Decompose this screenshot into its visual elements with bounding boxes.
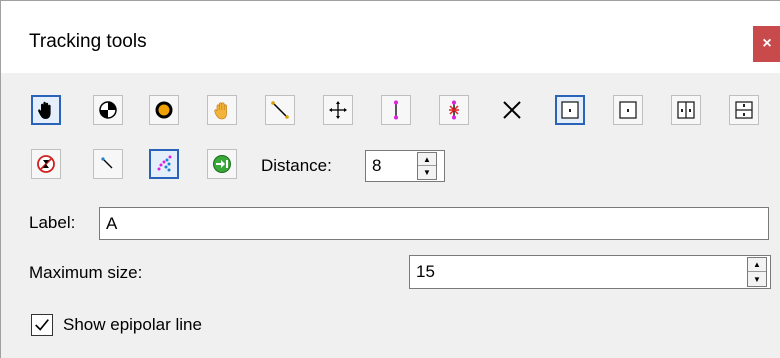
maximum-size-value: 15 <box>416 262 435 281</box>
maximum-size-label: Maximum size: <box>29 263 143 282</box>
label-input-value: A <box>106 213 118 233</box>
layout-single-icon <box>561 101 579 119</box>
maximum-size-spinner[interactable]: ▲ ▼ <box>747 257 767 287</box>
move-tool-button[interactable] <box>323 95 353 125</box>
distance-label: Distance: <box>261 156 332 175</box>
layout-split-h-button[interactable] <box>671 95 701 125</box>
go-to-button[interactable] <box>207 149 237 179</box>
layout-split-vertical-icon <box>735 101 753 119</box>
move-cross-icon <box>329 101 347 119</box>
delete-track-button[interactable] <box>31 149 61 179</box>
distance-value: 8 <box>372 156 382 175</box>
scatter-track-icon <box>157 155 172 172</box>
spin-down-icon[interactable]: ▼ <box>748 272 766 286</box>
arrow-to-icon <box>213 155 231 173</box>
delete-track-icon <box>37 155 55 173</box>
show-epipolar-checkbox[interactable] <box>31 314 53 336</box>
maximum-size-spinbox[interactable]: 15 <box>409 255 771 289</box>
target-tool-button[interactable] <box>93 95 123 125</box>
distance-spinner[interactable]: ▲ ▼ <box>417 152 437 180</box>
close-button[interactable]: × <box>753 26 780 62</box>
layout-split-horizontal-icon <box>677 101 695 119</box>
hand-tool-button[interactable] <box>31 95 61 125</box>
quadrant-target-icon <box>99 101 117 119</box>
spin-down-icon[interactable]: ▼ <box>418 166 436 179</box>
layout-split-v-button[interactable] <box>729 95 759 125</box>
layout-dot-icon <box>619 101 637 119</box>
window-title: Tracking tools <box>29 31 147 52</box>
ring-icon <box>155 101 173 119</box>
x-cross-button[interactable] <box>497 95 527 125</box>
line-tool-button[interactable] <box>265 95 295 125</box>
x-cross-icon <box>503 101 521 119</box>
label-input[interactable]: A <box>99 207 769 240</box>
vertical-segment-icon <box>394 100 398 120</box>
title-bar: Tracking tools × <box>1 1 780 73</box>
layout-1-button[interactable] <box>555 95 585 125</box>
vertical-star-icon <box>449 100 459 120</box>
vertical-star-button[interactable] <box>439 95 469 125</box>
label-field-label: Label: <box>29 213 76 232</box>
vertical-segment-button[interactable] <box>381 95 411 125</box>
grab-hand-icon <box>214 102 227 120</box>
short-line-button[interactable] <box>93 149 123 179</box>
spin-up-icon[interactable]: ▲ <box>748 258 766 272</box>
show-epipolar-label[interactable]: Show epipolar line <box>63 315 202 335</box>
short-line-icon <box>101 157 113 169</box>
scatter-track-button[interactable] <box>149 149 179 179</box>
checkmark-icon <box>35 319 49 331</box>
diagonal-line-icon <box>271 101 289 119</box>
spin-up-icon[interactable]: ▲ <box>418 153 436 166</box>
ring-tool-button[interactable] <box>149 95 179 125</box>
grab-tool-button[interactable] <box>207 95 237 125</box>
layout-2-button[interactable] <box>613 95 643 125</box>
hand-icon <box>38 101 51 119</box>
tracking-tools-window: Tracking tools × Distance: 8 ▲ ▼ Label: … <box>0 0 780 358</box>
